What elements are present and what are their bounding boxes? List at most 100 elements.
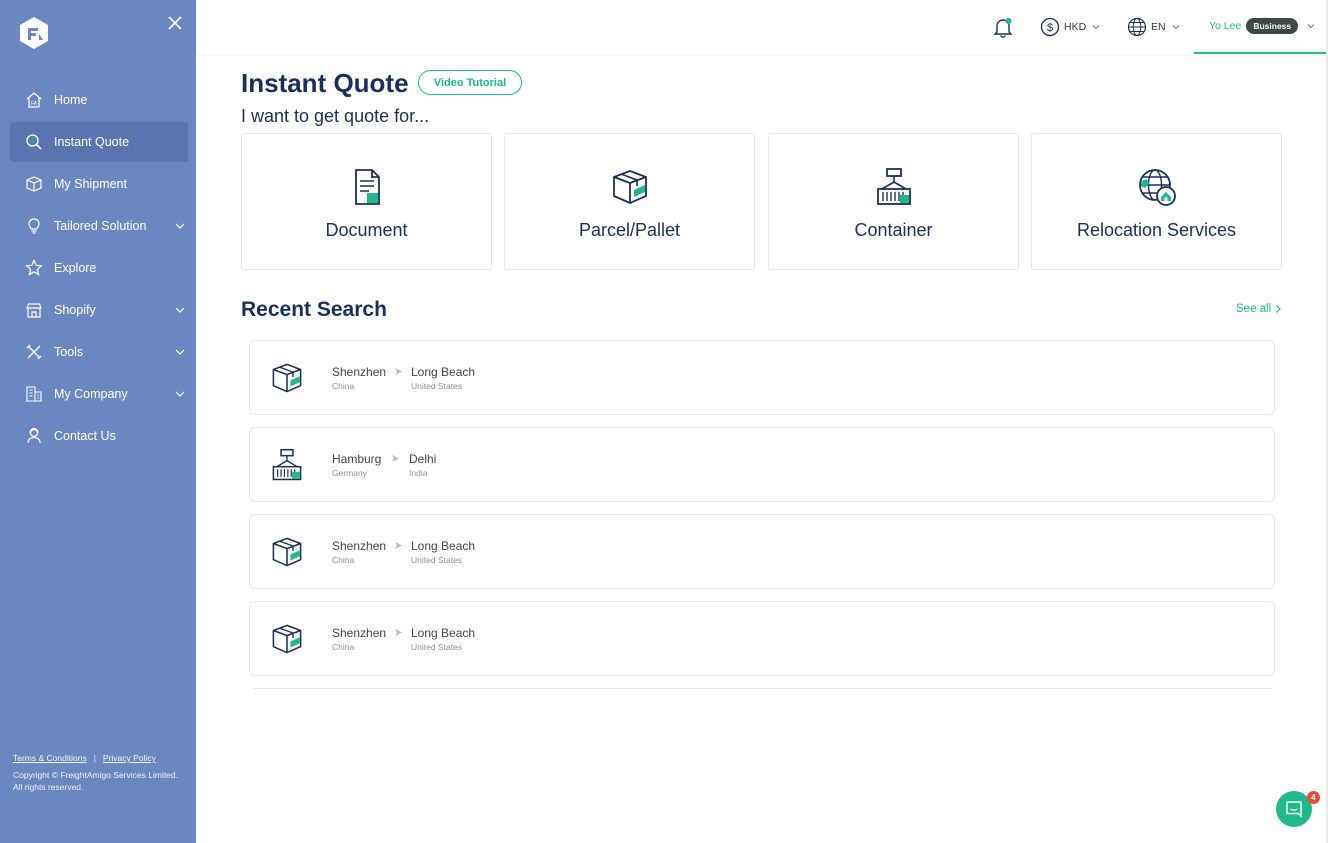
support-agent-icon xyxy=(24,426,44,446)
chevron-down-icon[interactable] xyxy=(174,388,186,400)
sidebar-item-tools[interactable]: Tools xyxy=(10,332,188,372)
sidebar-nav: FA Home $ Instant Quote My Shipment Tail… xyxy=(10,80,188,458)
origin-city: Shenzhen xyxy=(332,539,387,553)
sidebar-item-label: My Shipment xyxy=(54,177,127,191)
top-header: $ HKD EN Yo Lee Business xyxy=(196,0,1328,54)
recent-search-row[interactable]: Shenzhen China Long Beach United States xyxy=(249,601,1275,676)
home-icon: FA xyxy=(24,90,44,110)
notification-bell-icon[interactable] xyxy=(992,16,1014,38)
chevron-right-icon xyxy=(1276,305,1282,313)
currency-selector[interactable]: $ HKD xyxy=(1040,16,1101,38)
chat-icon xyxy=(1286,801,1302,818)
privacy-link[interactable]: Privacy Policy xyxy=(103,753,156,763)
destination-country: United States xyxy=(411,381,463,391)
sidebar-item-contact-us[interactable]: Contact Us xyxy=(10,416,188,456)
sidebar-item-my-company[interactable]: My Company xyxy=(10,374,188,414)
parcel-icon xyxy=(272,537,302,567)
chevron-down-icon[interactable] xyxy=(174,304,186,316)
destination-city: Long Beach xyxy=(411,539,476,553)
sidebar-item-label: Instant Quote xyxy=(54,135,130,149)
arrow-right-icon xyxy=(395,542,402,549)
chevron-down-icon xyxy=(1092,25,1100,30)
arrow-right-icon xyxy=(392,455,399,462)
recent-search-row[interactable]: Hamburg Germany Delhi India xyxy=(249,427,1275,502)
star-icon xyxy=(24,258,44,278)
quote-card-container[interactable]: Container xyxy=(768,133,1019,270)
sidebar-item-label: Home xyxy=(54,93,88,107)
destination-city: Delhi xyxy=(409,452,437,466)
user-menu[interactable]: Yo Lee Business xyxy=(1194,0,1328,54)
svg-text:$: $ xyxy=(1047,22,1053,34)
destination-city: Long Beach xyxy=(411,626,476,640)
language-label: EN xyxy=(1151,21,1166,33)
recent-search-title: Recent Search xyxy=(241,298,387,321)
origin-country: China xyxy=(332,642,355,652)
sidebar-item-label: Shopify xyxy=(54,303,96,317)
origin-city: Shenzhen xyxy=(332,626,387,640)
destination-country: India xyxy=(409,468,428,478)
account-type-badge: Business xyxy=(1246,18,1299,34)
origin: Shenzhen China xyxy=(332,539,386,565)
sidebar-item-shopify[interactable]: Shopify xyxy=(10,290,188,330)
origin-city: Shenzhen xyxy=(332,365,387,379)
sidebar-item-instant-quote[interactable]: $ Instant Quote xyxy=(10,122,188,162)
origin: Shenzhen China xyxy=(332,365,386,391)
sidebar-item-label: My Company xyxy=(54,387,128,401)
sidebar-item-label: Contact Us xyxy=(54,429,116,443)
globe-icon xyxy=(1127,17,1147,37)
quote-card-document[interactable]: Document xyxy=(241,133,492,270)
see-all-link[interactable]: See all xyxy=(1236,303,1282,315)
sidebar-item-explore[interactable]: Explore xyxy=(10,248,188,288)
destination: Long Beach United States xyxy=(411,539,475,565)
recent-search-row[interactable]: Shenzhen China Long Beach United States xyxy=(249,514,1275,589)
destination: Delhi India xyxy=(409,452,436,478)
arrow-right-icon xyxy=(395,629,402,636)
document-icon xyxy=(355,169,380,205)
chevron-down-icon xyxy=(1172,25,1179,30)
card-label: Parcel/Pallet xyxy=(578,220,681,240)
language-selector[interactable]: EN xyxy=(1127,16,1181,38)
page-title: Instant Quote xyxy=(241,68,409,98)
recent-search-row[interactable]: Shenzhen China Long Beach United States xyxy=(249,340,1275,415)
copyright-text: Copyright © FreightAmigo Services Limite… xyxy=(13,770,178,792)
relocation-globe-icon xyxy=(1139,169,1176,206)
chevron-down-icon[interactable] xyxy=(174,346,186,358)
sidebar-item-my-shipment[interactable]: My Shipment xyxy=(10,164,188,204)
close-sidebar-icon[interactable] xyxy=(166,14,184,32)
quote-prompt: I want to get quote for... xyxy=(241,106,430,126)
destination: Long Beach United States xyxy=(411,626,475,652)
chat-unread-badge: 4 xyxy=(1307,791,1320,804)
parcel-icon xyxy=(613,170,647,204)
parcel-icon xyxy=(272,624,302,654)
quote-card-relocation[interactable]: Relocation Services xyxy=(1031,133,1282,270)
quote-card-parcel-pallet[interactable]: Parcel/Pallet xyxy=(504,133,755,270)
chevron-down-icon[interactable] xyxy=(174,220,186,232)
video-tutorial-button[interactable]: Video Tutorial xyxy=(418,70,522,95)
freightamigo-logo[interactable] xyxy=(18,16,50,50)
list-divider xyxy=(253,688,1271,689)
box-icon xyxy=(24,174,44,194)
quote-type-cards: Document Parcel/Pallet Container Relocat… xyxy=(241,133,1282,270)
currency-icon: $ xyxy=(1040,17,1060,37)
card-label: Document xyxy=(325,220,408,240)
card-label: Container xyxy=(854,220,933,240)
card-label: Relocation Services xyxy=(1076,220,1237,240)
user-name: Yo Lee xyxy=(1209,20,1242,32)
sidebar-item-label: Tailored Solution xyxy=(54,219,147,233)
store-icon xyxy=(24,300,44,320)
chevron-down-icon xyxy=(1307,24,1315,29)
quote-search-icon: $ xyxy=(24,132,44,152)
legal-separator: | xyxy=(93,753,96,763)
building-icon xyxy=(24,384,44,404)
lightbulb-icon xyxy=(24,216,44,236)
origin-country: Germany xyxy=(332,468,367,478)
sidebar-item-tailored-solution[interactable]: Tailored Solution xyxy=(10,206,188,246)
sidebar-item-home[interactable]: FA Home xyxy=(10,80,188,120)
destination-city: Long Beach xyxy=(411,365,476,379)
sidebar-item-label: Explore xyxy=(54,261,97,275)
sidebar-item-label: Tools xyxy=(54,345,84,359)
arrow-right-icon xyxy=(395,368,402,375)
destination: Long Beach United States xyxy=(411,365,475,391)
terms-link[interactable]: Terms & Conditions xyxy=(13,753,87,763)
parcel-icon xyxy=(272,363,302,393)
